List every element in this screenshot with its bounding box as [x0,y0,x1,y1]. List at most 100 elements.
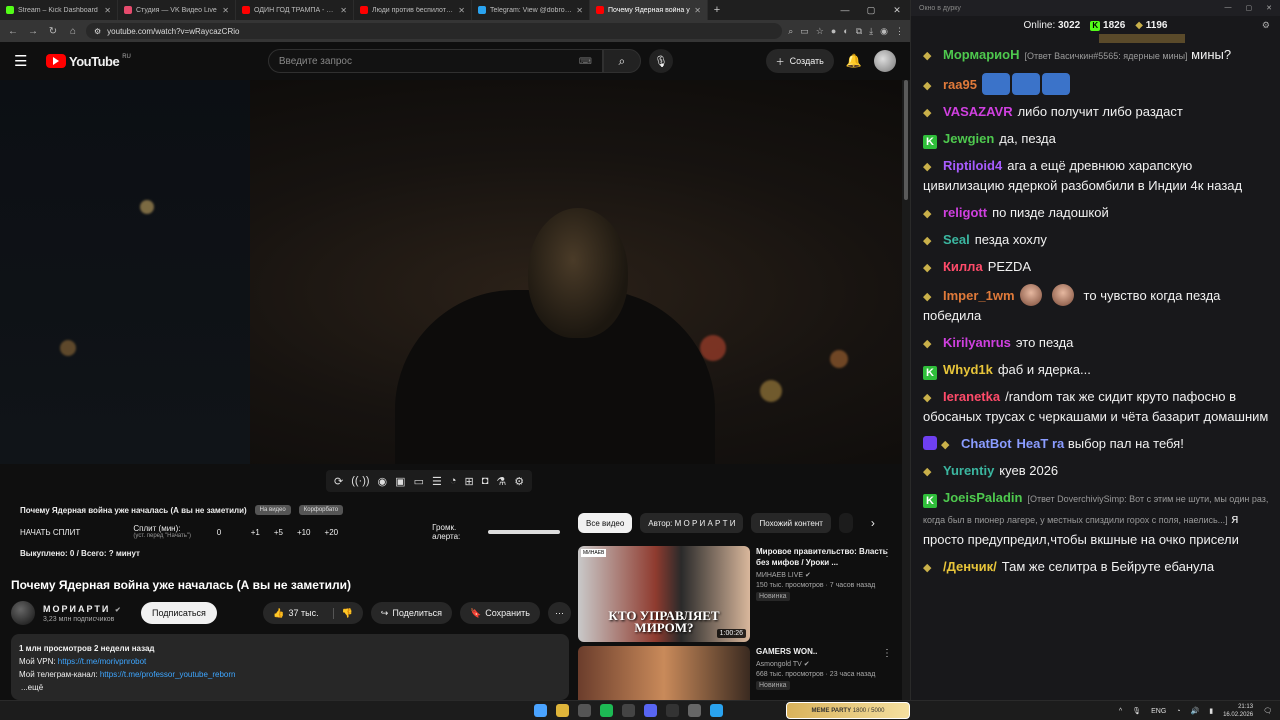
chat-username[interactable]: Килла [943,259,983,274]
telegram-link[interactable]: https://t.me/professor_youtube_reborn [100,670,236,679]
voice-search-button[interactable]: 🎙 [648,49,673,73]
discord-icon[interactable] [644,704,657,717]
minimize-icon[interactable]: — [832,0,858,20]
chat-settings-icon[interactable]: ⚙ [1262,20,1270,31]
app-icon[interactable] [622,704,635,717]
show-more-link[interactable]: ...ещё [19,681,561,694]
flask-icon[interactable]: ⚗ [496,475,506,488]
chat-username[interactable]: Ieranetka [943,389,1000,404]
pip-icon[interactable]: ▭ [414,475,424,488]
vpn-link[interactable]: https://t.me/morivpnrobot [58,657,146,666]
telegram-icon[interactable] [710,704,723,717]
recommendation-item[interactable]: МИНАЕВ КТО УПРАВЛЯЕТ МИРОМ? 1:00:26 Миро… [578,546,902,642]
alert-volume-slider[interactable] [487,530,561,534]
video-player[interactable] [0,80,902,464]
close-window-icon[interactable]: ✕ [1266,4,1272,12]
loop-icon[interactable]: ⟳ [334,475,343,488]
notifications-icon[interactable]: 🗨 [1263,707,1272,715]
tab-youtube-active[interactable]: Почему Ядерная война у ✕ [590,0,708,20]
cast-icon[interactable]: ▭ [800,26,809,37]
filter-author[interactable]: Автор: М О Р И А Р Т И [640,513,744,533]
chevron-up-icon[interactable]: ^ [1119,708,1122,715]
add-icon[interactable]: ⊞ [465,475,474,488]
add-5-button[interactable]: +5 [274,528,283,537]
mic-tray-icon[interactable]: 🎙 [1132,707,1141,715]
chat-username[interactable]: Kirilyanrus [943,335,1011,350]
account-avatar[interactable] [874,50,896,72]
app-icon[interactable] [688,704,701,717]
extension-icon[interactable]: ● [831,26,836,37]
search-button[interactable]: ⌕ [602,49,641,73]
tab-youtube-trump[interactable]: ОДИН ГОД ТРАМПА - YouTub✕ [236,0,354,20]
minimize-icon[interactable]: — [1225,4,1232,12]
description-box[interactable]: 1 млн просмотров 2 недели назад Мой VPN:… [11,634,569,700]
extension-icon[interactable]: ◐ [843,26,848,37]
close-icon[interactable]: ✕ [340,6,347,15]
create-button[interactable]: ＋ Создать [765,49,834,73]
dislike-icon[interactable]: 👎 [332,607,353,619]
chat-username[interactable]: Whyd1k [943,362,993,377]
chat-username[interactable]: МормариоН [943,47,1019,62]
camera-icon[interactable]: ◘ [482,475,489,487]
scroll-thumb[interactable] [904,80,908,200]
recommendation-item[interactable]: GAMERS WON.. Asmongold TV ✔ 668 тыс. про… [578,646,902,700]
maximize-icon[interactable]: ▢ [1246,4,1253,12]
tab-kick-dashboard[interactable]: Stream – Kick Dashboard ✕ [0,0,118,20]
settings-gear-icon[interactable]: ⚙ [514,475,524,488]
chat-username[interactable]: raa95 [943,77,977,92]
video-thumbnail[interactable] [578,646,750,700]
chat-username[interactable]: JoeisPaladin [943,490,1022,505]
search-input[interactable]: Введите запрос ⌨ [267,49,603,73]
puzzle-icon[interactable]: ⧉ [856,26,862,37]
channel-avatar[interactable] [11,601,35,625]
add-10-button[interactable]: +10 [297,528,311,537]
close-icon[interactable]: ✕ [458,6,465,15]
home-icon[interactable]: ⌂ [66,26,80,37]
battery-icon[interactable]: ▮ [1209,707,1213,715]
more-options-icon[interactable]: ⋮ [882,548,892,559]
chevron-right-icon[interactable]: › [871,516,875,530]
close-icon[interactable]: ✕ [222,6,229,15]
add-20-button[interactable]: +20 [325,528,339,537]
explorer-icon[interactable] [578,704,591,717]
subscribe-button[interactable]: Подписаться [141,602,217,624]
new-tab-button[interactable]: + [708,0,726,20]
filter-similar[interactable]: Похожий контент [751,513,831,533]
chat-username[interactable]: Riptiloid4 [943,158,1002,173]
site-info-icon[interactable]: ⚙ [94,27,101,36]
more-actions-button[interactable]: ⋯ [548,602,571,624]
notifications-bell-icon[interactable]: 🔔 [846,53,862,69]
profile-icon[interactable]: ◉ [880,26,888,37]
chat-username[interactable]: Yurentiy [943,463,994,478]
start-split-button[interactable]: НАЧАТЬ СПЛИТ [20,528,133,537]
chat-username[interactable]: Seal [943,232,970,247]
subtitles-icon[interactable]: ☰ [432,475,442,488]
filter-all[interactable]: Все видео [578,513,633,533]
filter-more[interactable] [838,513,853,533]
hamburger-menu-icon[interactable]: ☰ [14,52,34,70]
video-thumbnail[interactable]: МИНАЕВ КТО УПРАВЛЯЕТ МИРОМ? 1:00:26 [578,546,750,642]
close-window-icon[interactable]: ✕ [884,0,910,20]
chat-username[interactable]: VASAZAVR [943,104,1013,119]
menu-dots-icon[interactable]: ⋮ [895,26,904,37]
back-icon[interactable]: ← [6,26,20,37]
url-field[interactable]: ⚙ youtube.com/watch?v=wRaycazCRio [86,23,783,39]
tab-telegram[interactable]: Telegram: View @dobro_2ch ✕ [472,0,590,20]
tab-youtube-drones[interactable]: Люди против беспилотия: секр✕ [354,0,472,20]
chat-username[interactable]: religott [943,205,987,220]
channel-name[interactable]: МОРИАРТИ ✔ [43,604,133,614]
start-icon[interactable] [534,704,547,717]
speed-icon[interactable]: ◔ [450,475,457,487]
chrome-icon[interactable] [556,704,569,717]
youtube-logo[interactable]: YouTube RU [46,54,131,69]
bookmark-star-icon[interactable]: ☆ [816,26,824,37]
forward-icon[interactable]: → [26,26,40,37]
add-1-button[interactable]: +1 [251,528,260,537]
zoom-icon[interactable]: ⌕ [788,26,793,37]
stream-icon[interactable]: ((·)) [351,475,369,487]
page-scrollbar[interactable] [902,80,910,700]
app-icon[interactable] [666,704,679,717]
maximize-icon[interactable]: ▢ [858,0,884,20]
reload-icon[interactable]: ↻ [46,26,60,37]
close-icon[interactable]: ✕ [576,6,583,15]
